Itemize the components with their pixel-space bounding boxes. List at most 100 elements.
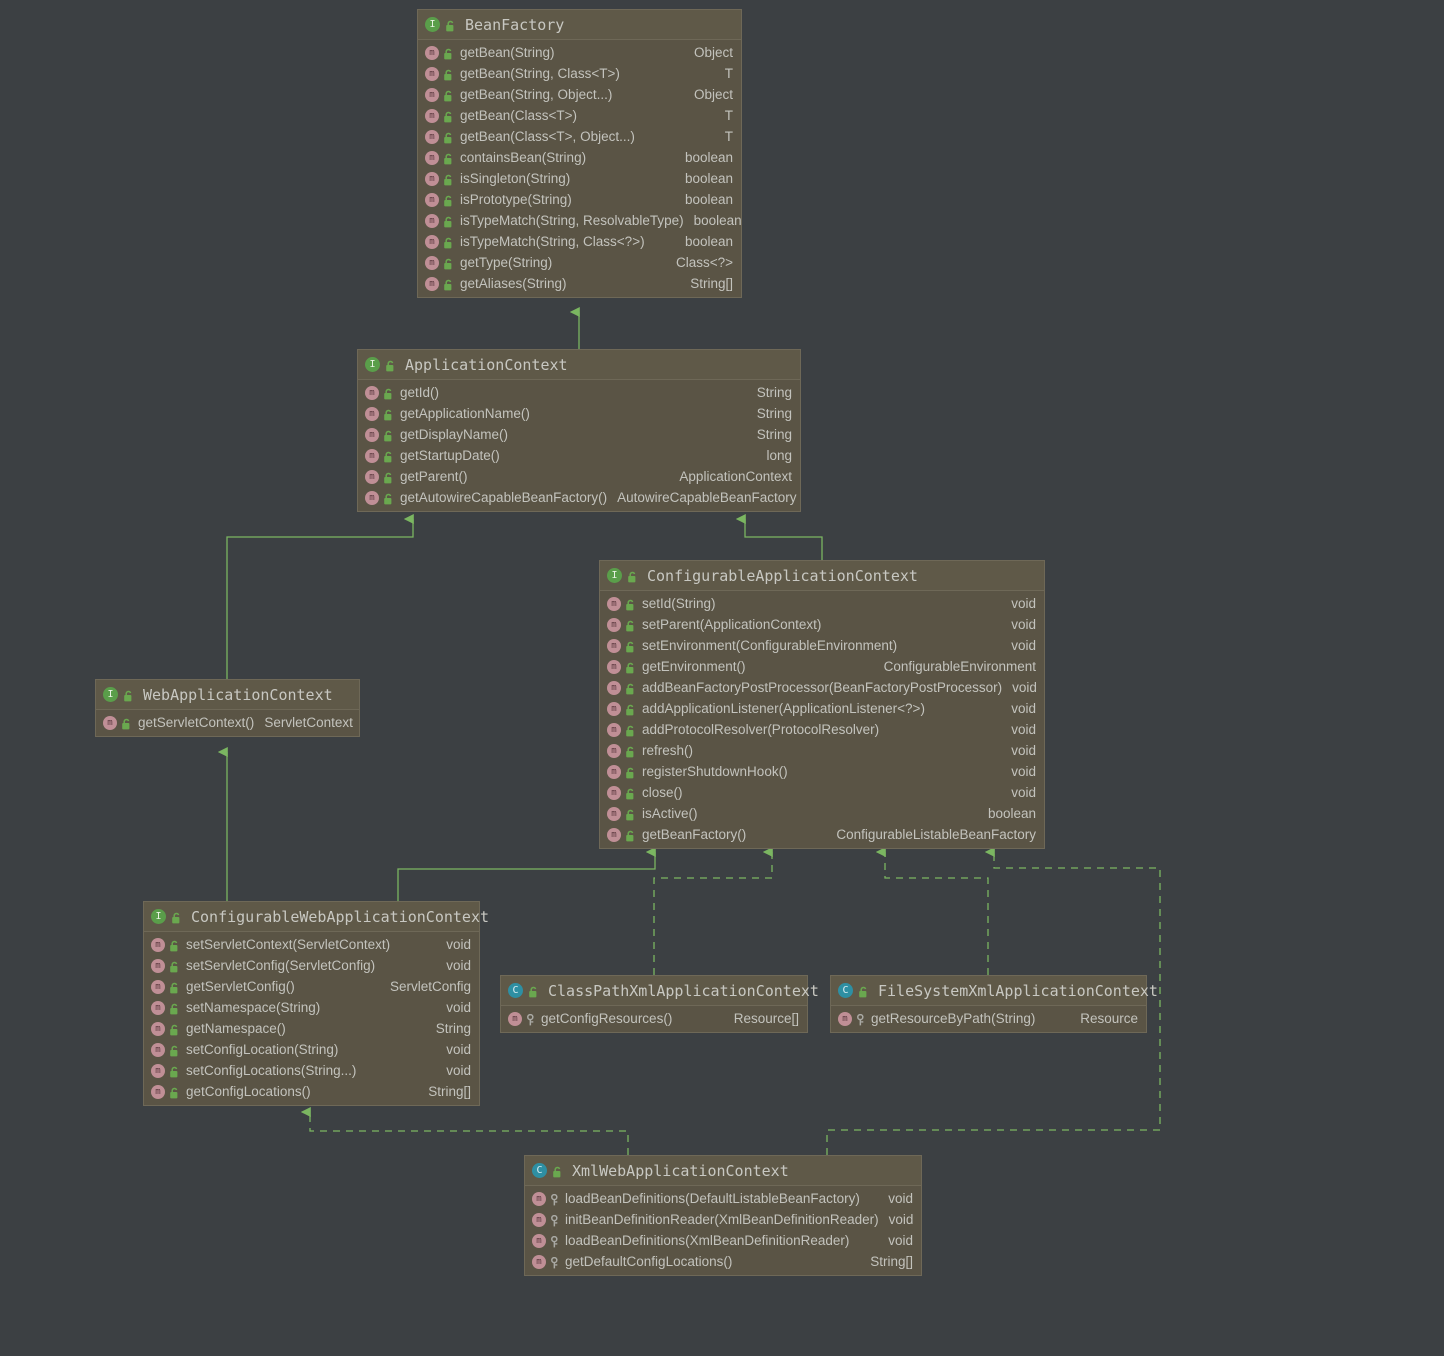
member-row[interactable]: msetNamespace(String)void xyxy=(144,997,479,1018)
member-row[interactable]: mgetServletConfig()ServletConfig xyxy=(144,976,479,997)
lock-icon xyxy=(625,619,636,631)
method-icon: m xyxy=(425,256,439,270)
member-row[interactable]: mgetConfigLocations()String[] xyxy=(144,1081,479,1102)
member-type: void xyxy=(878,1233,913,1248)
member-type: Object xyxy=(684,45,733,60)
method-icon: m xyxy=(425,88,439,102)
member-name: getAutowireCapableBeanFactory() xyxy=(400,490,607,505)
member-row[interactable]: maddApplicationListener(ApplicationListe… xyxy=(600,698,1044,719)
member-type: void xyxy=(1001,722,1036,737)
member-name: close() xyxy=(642,785,683,800)
member-row[interactable]: mgetBean(String, Class<T>)T xyxy=(418,63,741,84)
member-row[interactable]: mgetBean(String)Object xyxy=(418,42,741,63)
member-name: setServletConfig(ServletConfig) xyxy=(186,958,375,973)
member-row[interactable]: maddProtocolResolver(ProtocolResolver)vo… xyxy=(600,719,1044,740)
method-icon: m xyxy=(532,1213,546,1227)
class-members-filesystemxmlapplicationcontext: mgetResourceByPath(String)Resource xyxy=(831,1006,1146,1032)
method-icon: m xyxy=(532,1234,546,1248)
member-row[interactable]: mgetNamespace()String xyxy=(144,1018,479,1039)
uml-class-box-configurablewebapplicationcontext[interactable]: IConfigurableWebApplicationContextmsetSe… xyxy=(143,901,480,1106)
member-row[interactable]: mloadBeanDefinitions(DefaultListableBean… xyxy=(525,1188,921,1209)
member-row[interactable]: mgetAutowireCapableBeanFactory()Autowire… xyxy=(358,487,800,508)
member-type: ServletContext xyxy=(254,715,353,730)
member-row[interactable]: minitBeanDefinitionReader(XmlBeanDefinit… xyxy=(525,1209,921,1230)
uml-class-box-webapplicationcontext[interactable]: IWebApplicationContextmgetServletContext… xyxy=(95,679,360,737)
lock-icon xyxy=(625,724,636,736)
member-name: getNamespace() xyxy=(186,1021,286,1036)
member-row[interactable]: misPrototype(String)boolean xyxy=(418,189,741,210)
member-row[interactable]: mgetAliases(String)String[] xyxy=(418,273,741,294)
method-icon: m xyxy=(508,1012,522,1026)
lock-icon xyxy=(443,47,454,59)
class-header-filesystemxmlapplicationcontext[interactable]: CFileSystemXmlApplicationContext xyxy=(831,976,1146,1006)
member-type: void xyxy=(436,1000,471,1015)
lock-icon xyxy=(383,450,394,462)
member-row[interactable]: maddBeanFactoryPostProcessor(BeanFactory… xyxy=(600,677,1044,698)
method-icon: m xyxy=(607,660,621,674)
member-row[interactable]: msetServletContext(ServletContext)void xyxy=(144,934,479,955)
member-row[interactable]: mregisterShutdownHook()void xyxy=(600,761,1044,782)
member-type: void xyxy=(1002,680,1037,695)
member-type: ConfigurableListableBeanFactory xyxy=(826,827,1036,842)
lock-icon xyxy=(627,570,638,582)
member-row[interactable]: misTypeMatch(String, ResolvableType)bool… xyxy=(418,210,741,231)
member-row[interactable]: mcontainsBean(String)boolean xyxy=(418,147,741,168)
uml-class-box-classpathxmlapplicationcontext[interactable]: CClassPathXmlApplicationContextmgetConfi… xyxy=(500,975,808,1033)
member-row[interactable]: mgetApplicationName()String xyxy=(358,403,800,424)
member-row[interactable]: msetServletConfig(ServletConfig)void xyxy=(144,955,479,976)
member-row[interactable]: mgetResourceByPath(String)Resource xyxy=(831,1008,1146,1029)
method-icon: m xyxy=(425,151,439,165)
member-row[interactable]: mgetBeanFactory()ConfigurableListableBea… xyxy=(600,824,1044,845)
member-type: String[] xyxy=(860,1254,913,1269)
lock-icon xyxy=(171,911,182,923)
lock-icon xyxy=(443,194,454,206)
member-row[interactable]: mgetServletContext()ServletContext xyxy=(96,712,359,733)
lock-icon xyxy=(383,492,394,504)
lock-icon xyxy=(552,1165,563,1177)
member-row[interactable]: msetEnvironment(ConfigurableEnvironment)… xyxy=(600,635,1044,656)
class-title: ClassPathXmlApplicationContext xyxy=(548,982,819,1000)
member-type: Resource xyxy=(1070,1011,1138,1026)
class-header-classpathxmlapplicationcontext[interactable]: CClassPathXmlApplicationContext xyxy=(501,976,807,1006)
member-row[interactable]: msetConfigLocations(String...)void xyxy=(144,1060,479,1081)
lock-icon xyxy=(625,829,636,841)
member-row[interactable]: mgetStartupDate()long xyxy=(358,445,800,466)
member-row[interactable]: msetId(String)void xyxy=(600,593,1044,614)
class-header-beanfactory[interactable]: IBeanFactory xyxy=(418,10,741,40)
member-row[interactable]: mgetEnvironment()ConfigurableEnvironment xyxy=(600,656,1044,677)
member-row[interactable]: msetConfigLocation(String)void xyxy=(144,1039,479,1060)
uml-class-box-applicationcontext[interactable]: IApplicationContextmgetId()StringmgetApp… xyxy=(357,349,801,512)
member-row[interactable]: mgetConfigResources()Resource[] xyxy=(501,1008,807,1029)
member-row[interactable]: mgetBean(String, Object...)Object xyxy=(418,84,741,105)
member-row[interactable]: mgetDefaultConfigLocations()String[] xyxy=(525,1251,921,1272)
class-header-webapplicationcontext[interactable]: IWebApplicationContext xyxy=(96,680,359,710)
class-header-configurablewebapplicationcontext[interactable]: IConfigurableWebApplicationContext xyxy=(144,902,479,932)
member-row[interactable]: misActive()boolean xyxy=(600,803,1044,824)
member-row[interactable]: mgetBean(Class<T>, Object...)T xyxy=(418,126,741,147)
interface-icon: I xyxy=(151,909,166,924)
uml-class-box-beanfactory[interactable]: IBeanFactorymgetBean(String)ObjectmgetBe… xyxy=(417,9,742,298)
member-row[interactable]: mloadBeanDefinitions(XmlBeanDefinitionRe… xyxy=(525,1230,921,1251)
member-name: refresh() xyxy=(642,743,693,758)
class-header-configurableapplicationcontext[interactable]: IConfigurableApplicationContext xyxy=(600,561,1044,591)
member-row[interactable]: mgetType(String)Class<?> xyxy=(418,252,741,273)
member-row[interactable]: misSingleton(String)boolean xyxy=(418,168,741,189)
uml-class-box-filesystemxmlapplicationcontext[interactable]: CFileSystemXmlApplicationContextmgetReso… xyxy=(830,975,1147,1033)
member-name: getBean(Class<T>) xyxy=(460,108,577,123)
member-row[interactable]: misTypeMatch(String, Class<?>)boolean xyxy=(418,231,741,252)
member-row[interactable]: mrefresh()void xyxy=(600,740,1044,761)
member-row[interactable]: mgetDisplayName()String xyxy=(358,424,800,445)
uml-class-box-xmlwebapplicationcontext[interactable]: CXmlWebApplicationContextmloadBeanDefini… xyxy=(524,1155,922,1276)
member-row[interactable]: mgetBean(Class<T>)T xyxy=(418,105,741,126)
class-header-xmlwebapplicationcontext[interactable]: CXmlWebApplicationContext xyxy=(525,1156,921,1186)
class-header-applicationcontext[interactable]: IApplicationContext xyxy=(358,350,800,380)
member-row[interactable]: mgetParent()ApplicationContext xyxy=(358,466,800,487)
method-icon: m xyxy=(607,807,621,821)
uml-class-box-configurableapplicationcontext[interactable]: IConfigurableApplicationContextmsetId(St… xyxy=(599,560,1045,849)
member-row[interactable]: mclose()void xyxy=(600,782,1044,803)
member-type: T xyxy=(715,129,733,144)
member-row[interactable]: mgetId()String xyxy=(358,382,800,403)
member-row[interactable]: msetParent(ApplicationContext)void xyxy=(600,614,1044,635)
class-title: ConfigurableWebApplicationContext xyxy=(191,908,489,926)
class-members-applicationcontext: mgetId()StringmgetApplicationName()Strin… xyxy=(358,380,800,511)
